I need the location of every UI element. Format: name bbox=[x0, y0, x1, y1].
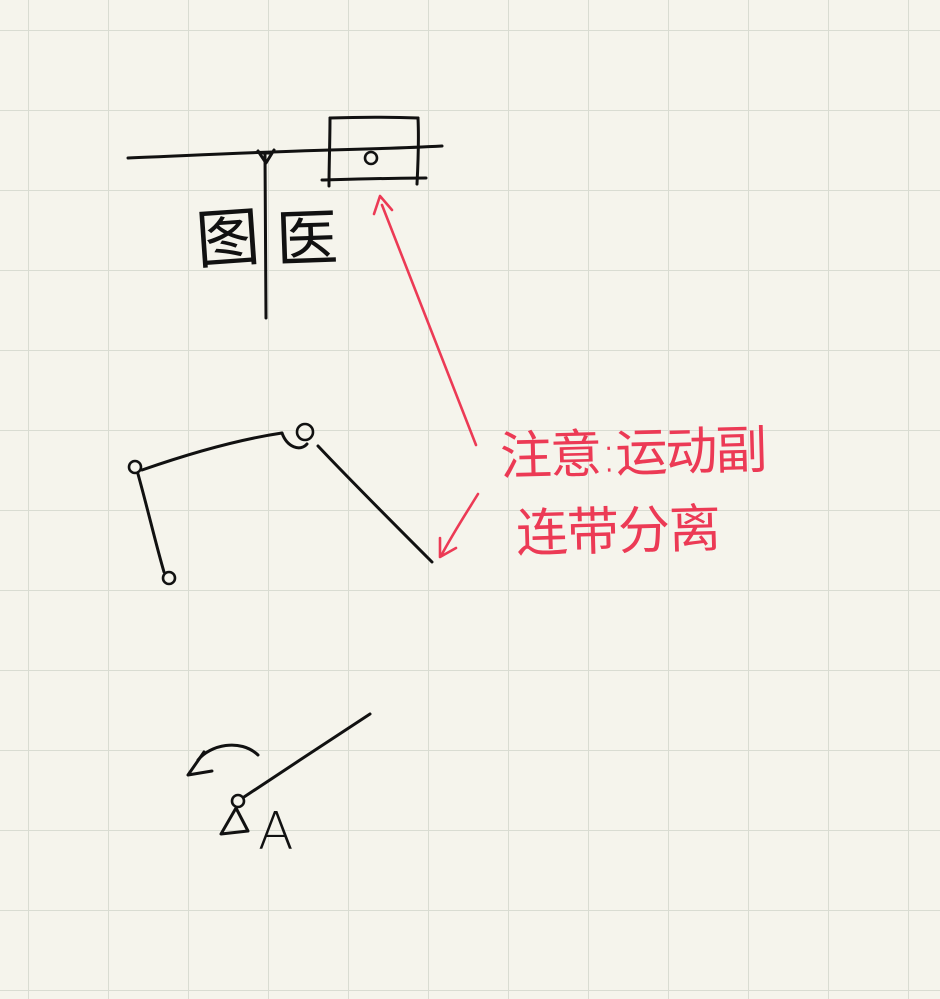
linkage-figure bbox=[127, 422, 434, 586]
annotation-note-line-1: 注意:运动副 bbox=[499, 420, 767, 488]
point-a-label: A bbox=[258, 802, 294, 862]
linkage-joint-left bbox=[127, 459, 143, 475]
vertical-wall-line bbox=[263, 152, 268, 320]
crank-rotation-arc bbox=[196, 743, 260, 762]
crank-pivot-circle bbox=[230, 793, 246, 809]
slider-block-right-side bbox=[415, 116, 420, 186]
slider-pin-joint bbox=[363, 150, 379, 166]
slider-block-left-side bbox=[327, 116, 332, 188]
slider-block-bottom-side bbox=[320, 176, 428, 182]
horizontal-guide-bar bbox=[126, 144, 444, 160]
sketch-drawing bbox=[126, 115, 480, 836]
linkage-link-top bbox=[140, 431, 284, 472]
linkage-joint-bottom bbox=[161, 570, 177, 586]
wall-label-right: 医 bbox=[274, 200, 340, 277]
crank-rod bbox=[242, 712, 372, 799]
slider-block-top-side bbox=[328, 115, 420, 120]
rotation-arrowhead bbox=[186, 750, 214, 777]
annotation-note-line-2: 连带分离 bbox=[515, 499, 721, 565]
notebook-canvas: 图 医 A 注意:运动副 连带分离 bbox=[0, 0, 940, 999]
linkage-joint-right bbox=[295, 422, 315, 442]
annotation-arrows bbox=[372, 194, 480, 559]
arrow-to-slider bbox=[380, 203, 478, 447]
arrow-to-linkage bbox=[439, 492, 480, 558]
fixed-support-triangle bbox=[219, 806, 250, 836]
wall-label-left: 图 bbox=[193, 200, 263, 280]
linkage-link-right bbox=[316, 444, 434, 564]
linkage-link-lower bbox=[136, 472, 166, 574]
